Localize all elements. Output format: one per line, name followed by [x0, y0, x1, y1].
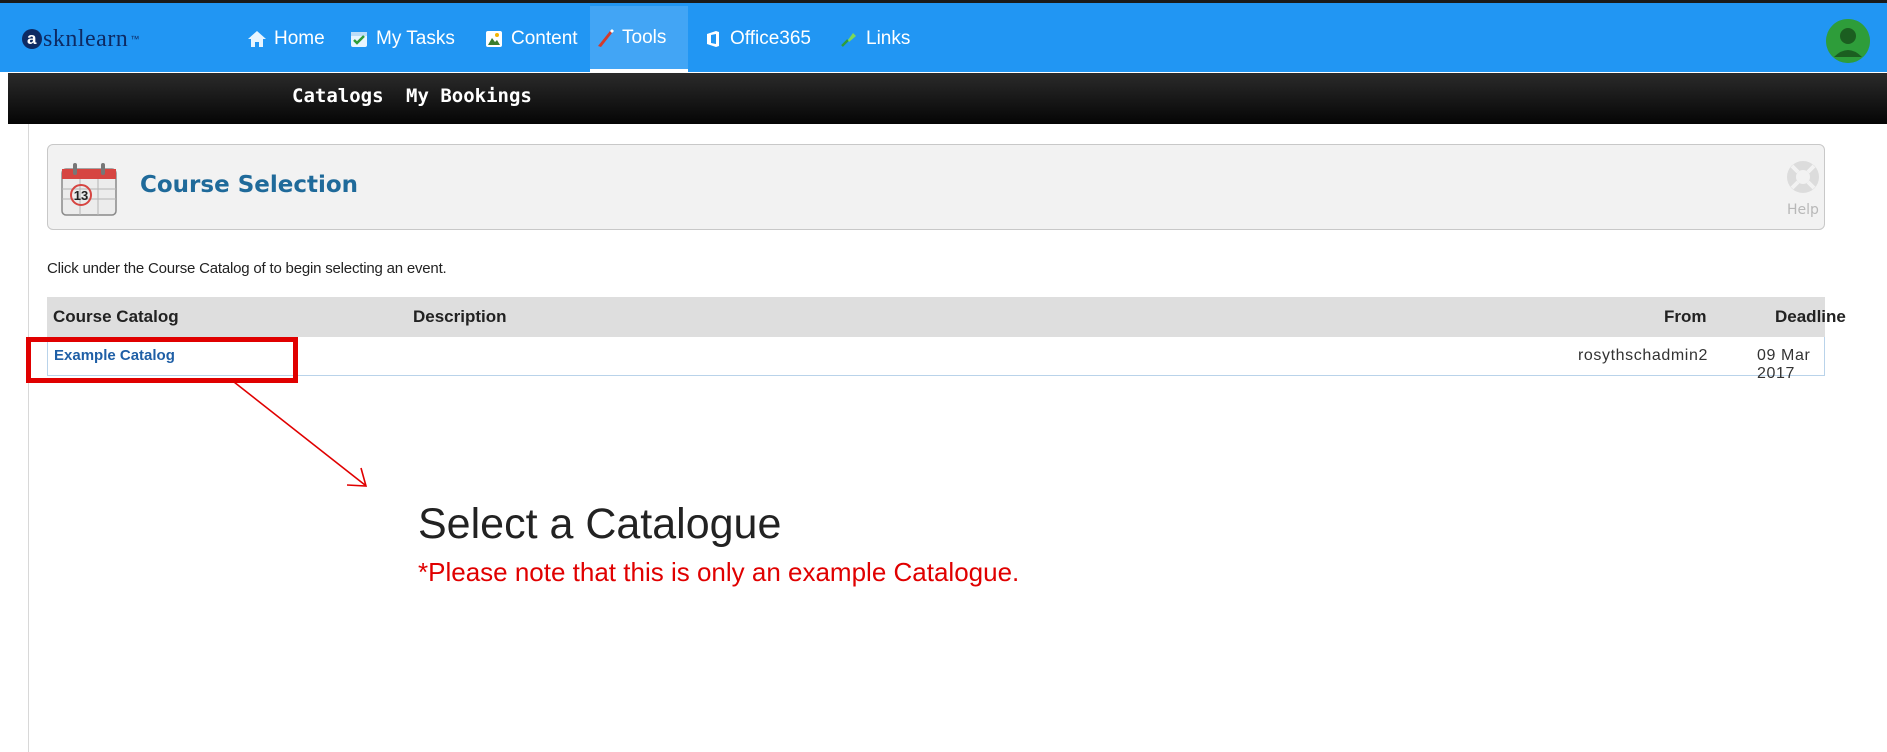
lifebuoy-icon	[1787, 161, 1819, 193]
subnav-catalogs[interactable]: Catalogs	[292, 85, 384, 107]
sub-navigation-bar: Catalogs My Bookings	[8, 73, 1887, 124]
annotation-title: Select a Catalogue	[418, 500, 782, 548]
calendar-icon: 13	[61, 163, 117, 216]
nav-my-tasks-label: My Tasks	[376, 28, 455, 49]
asknlearn-logo[interactable]: a sknlearn ™	[22, 23, 140, 55]
nav-tools-label: Tools	[622, 26, 667, 48]
calendar-day: 13	[74, 188, 88, 203]
page-header-panel: 13 Course Selection Help	[47, 144, 1825, 230]
column-description[interactable]: Description	[413, 307, 507, 327]
column-course-catalog[interactable]: Course Catalog	[53, 307, 179, 327]
column-from[interactable]: From	[1664, 307, 1707, 327]
nav-my-tasks[interactable]: My Tasks	[344, 6, 459, 72]
logo-trademark: ™	[130, 34, 140, 44]
logo-text: sknlearn	[43, 25, 129, 52]
column-deadline[interactable]: Deadline	[1775, 307, 1846, 327]
office365-icon	[707, 31, 719, 47]
table-header: Course Catalog Description From Deadline	[47, 297, 1846, 337]
nav-content-label: Content	[511, 28, 578, 49]
subnav-my-bookings[interactable]: My Bookings	[406, 85, 532, 107]
row-deadline: 09 Mar 2017	[1757, 347, 1811, 382]
nav-content[interactable]: Content	[479, 6, 582, 72]
catalog-table: Course Catalog Description From Deadline…	[47, 297, 1846, 382]
tools-icon	[598, 28, 614, 47]
annotation-note: *Please note that this is only an exampl…	[418, 557, 1020, 587]
help-button[interactable]: Help	[1783, 157, 1823, 218]
links-icon	[841, 33, 856, 47]
tasks-icon	[351, 32, 367, 47]
help-label: Help	[1787, 202, 1819, 218]
nav-home[interactable]: Home	[242, 6, 329, 72]
nav-tools[interactable]: Tools	[590, 6, 688, 72]
page-title: Course Selection	[140, 172, 359, 198]
nav-links-label: Links	[866, 28, 911, 49]
app-window: a sknlearn ™ Home My Tasks Content Tools…	[0, 0, 1887, 752]
user-avatar[interactable]	[1826, 19, 1870, 63]
main-content: 13 Course Selection Help Click under the	[28, 124, 1887, 752]
row-from: rosythschadmin2	[1578, 347, 1708, 364]
nav-home-label: Home	[274, 28, 325, 49]
instruction-text: Click under the Course Catalog of to beg…	[47, 260, 447, 277]
content-icon	[486, 31, 502, 47]
nav-links[interactable]: Links	[834, 6, 914, 72]
nav-office365[interactable]: Office365	[698, 6, 815, 72]
home-icon	[248, 31, 266, 47]
user-icon	[1826, 19, 1870, 63]
logo-letter: a	[22, 29, 42, 49]
top-navigation-bar: a sknlearn ™ Home My Tasks Content Tools…	[0, 0, 1887, 72]
nav-office365-label: Office365	[730, 28, 811, 49]
table-row[interactable]: Example Catalog rosythschadmin2 09 Mar 2…	[47, 337, 1825, 382]
annotation-highlight-box	[26, 337, 298, 383]
